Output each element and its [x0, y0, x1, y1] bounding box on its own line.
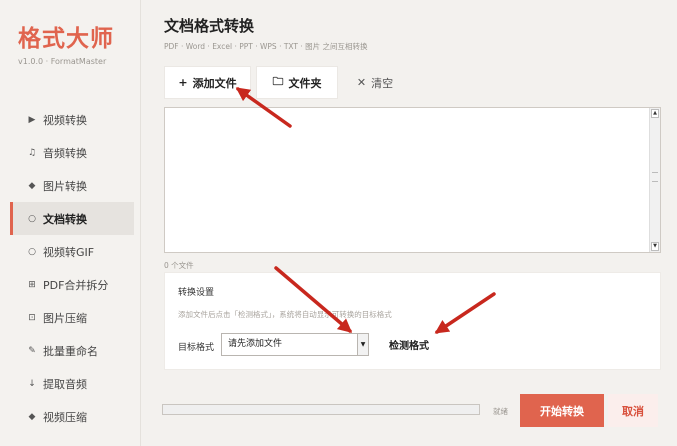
sidebar-item-label: 视频转GIF — [43, 245, 95, 259]
file-count: 0 个文件 — [164, 261, 194, 270]
sidebar-item-video-convert[interactable]: ▶ 视频转换 — [10, 103, 134, 136]
sidebar-item-video-compress[interactable]: ◆ 视频压缩 — [10, 400, 134, 433]
sidebar-item-label: 视频转换 — [43, 113, 87, 127]
sidebar: 格式大师 v1.0.0 · FormatMaster ▶ 视频转换 ♫ 音频转换 ◆… — [0, 0, 141, 446]
main-panel: 文档格式转换 PDF · Word · Excel · PPT · WPS · … — [142, 0, 677, 446]
sidebar-item-image-convert[interactable]: ◆ 图片转换 — [10, 169, 134, 202]
scroll-up-icon[interactable]: ▲ — [651, 109, 659, 118]
play-icon: ▶ — [28, 114, 36, 125]
diamond-icon: ◆ — [28, 180, 36, 191]
start-convert-button[interactable]: 开始转换 — [520, 394, 604, 427]
app-version: v1.0.0 · FormatMaster — [18, 57, 107, 66]
cancel-button[interactable]: 取消 — [608, 394, 658, 427]
sidebar-item-label: 音频转换 — [43, 146, 87, 160]
settings-hint: 添加文件后点击「检测格式」，系统将自动显示可转换的目标格式 — [178, 310, 392, 319]
sidebar-item-video-to-gif[interactable]: ○ 视频转GIF — [10, 235, 134, 268]
circle-icon: ○ — [28, 213, 36, 224]
grid-icon: ⊞ — [28, 279, 36, 290]
app-logo: 格式大师 — [18, 25, 114, 52]
target-format-select[interactable]: 请先添加文件 ▼ — [221, 333, 369, 356]
detect-format-button[interactable]: 检测格式 — [389, 337, 429, 352]
sidebar-item-label: 文档转换 — [43, 212, 87, 226]
scroll-down-icon[interactable]: ▼ — [651, 242, 659, 251]
sidebar-nav: ▶ 视频转换 ♫ 音频转换 ◆ 图片转换 ○ 文档转换 ○ 视频转GIF ⊞ PDF合并拆分… — [10, 103, 134, 433]
scroll-grip-icon[interactable] — [652, 172, 658, 182]
sidebar-item-label: 提取音频 — [43, 377, 87, 391]
settings-title: 转换设置 — [178, 288, 215, 298]
sidebar-item-pdf-merge-split[interactable]: ⊞ PDF合并拆分 — [10, 268, 134, 301]
file-list[interactable]: ▲ ▼ — [164, 107, 661, 253]
close-icon: ✕ — [356, 76, 367, 89]
sidebar-item-label: 图片转换 — [43, 179, 87, 193]
clear-button[interactable]: ✕ 清空 — [345, 66, 405, 99]
sidebar-item-document-convert[interactable]: ○ 文档转换 — [10, 202, 134, 235]
target-format-label: 目标格式 — [178, 343, 215, 353]
conversion-settings: 转换设置 添加文件后点击「检测格式」，系统将自动显示可转换的目标格式 目标格式 … — [164, 272, 661, 370]
diamond-icon: ◆ — [28, 411, 36, 422]
status-text: 就绪 — [493, 407, 508, 416]
sidebar-item-label: 视频压缩 — [43, 410, 87, 424]
clear-label: 清空 — [371, 76, 394, 90]
square-dot-icon: ⊡ — [28, 312, 36, 323]
folder-icon: 🗀 — [272, 75, 284, 88]
add-file-label: 添加文件 — [192, 76, 237, 90]
sidebar-item-label: 图片压缩 — [43, 311, 87, 325]
circle-icon: ○ — [28, 246, 36, 257]
sidebar-item-extract-audio[interactable]: ↓ 提取音频 — [10, 367, 134, 400]
pencil-icon: ✎ — [28, 345, 36, 356]
sidebar-item-image-compress[interactable]: ⊡ 图片压缩 — [10, 301, 134, 334]
progress-bar — [162, 404, 480, 415]
chevron-down-icon[interactable]: ▼ — [357, 334, 368, 355]
sidebar-item-label: 批量重命名 — [43, 344, 98, 358]
sidebar-item-label: PDF合并拆分 — [43, 278, 109, 292]
add-folder-label: 文件夹 — [288, 76, 322, 90]
plus-icon: + — [178, 76, 188, 89]
file-list-scrollbar[interactable]: ▲ ▼ — [649, 108, 660, 252]
page-subtitle: PDF · Word · Excel · PPT · WPS · TXT · 图… — [164, 42, 368, 51]
page-title: 文档格式转换 — [164, 17, 255, 35]
music-note-icon: ♫ — [27, 147, 37, 158]
add-file-button[interactable]: + 添加文件 — [164, 66, 251, 99]
add-folder-button[interactable]: 🗀 文件夹 — [256, 66, 338, 99]
target-format-value: 请先添加文件 — [228, 339, 283, 349]
sidebar-item-batch-rename[interactable]: ✎ 批量重命名 — [10, 334, 134, 367]
sidebar-item-audio-convert[interactable]: ♫ 音频转换 — [10, 136, 134, 169]
arrow-down-icon: ↓ — [28, 378, 36, 389]
